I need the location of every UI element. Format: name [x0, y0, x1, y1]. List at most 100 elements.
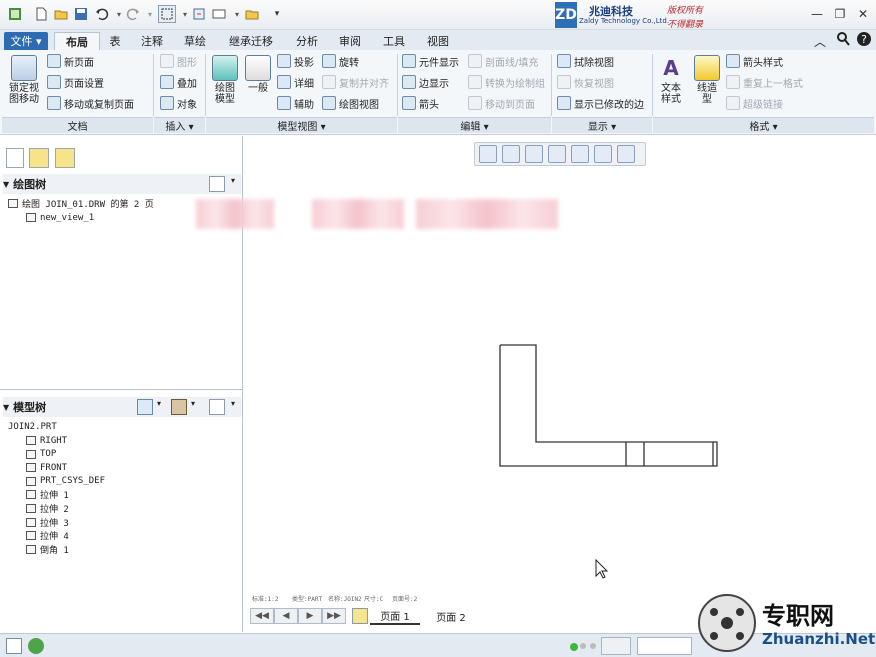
page-setup-button[interactable]: 页面设置 — [47, 73, 104, 91]
overlay-button[interactable]: 叠加 — [160, 73, 197, 91]
layer-tree-tab-icon[interactable] — [6, 148, 24, 168]
move-to-page-button[interactable]: 移动到页面 — [468, 94, 535, 112]
tab-view[interactable]: 视图 — [420, 32, 456, 50]
model-tree-item[interactable]: 拉伸 1 — [26, 488, 69, 501]
group-label-display[interactable]: 显示 ▾ — [552, 117, 652, 133]
tab-analysis[interactable]: 分析 — [289, 32, 325, 50]
model-tree-item[interactable]: TOP — [26, 448, 56, 461]
tab-annotate[interactable]: 注释 — [134, 32, 170, 50]
edge-display-button[interactable]: 边显示 — [402, 73, 449, 91]
model-tree-root[interactable]: JOIN2.PRT — [8, 420, 57, 433]
undo-icon[interactable] — [93, 5, 111, 23]
collapse-icon[interactable]: ▼ — [3, 403, 9, 412]
tab-legacy-migration[interactable]: 继承迁移 — [221, 32, 281, 50]
collapse-ribbon-icon[interactable]: ︿ — [814, 33, 826, 50]
tree-settings-icon[interactable] — [209, 399, 225, 415]
close-button[interactable]: ✕ — [854, 5, 872, 23]
erase-view-button[interactable]: 拭除视图 — [557, 52, 614, 70]
tab-layout[interactable]: 布局 — [54, 32, 100, 50]
help-icon[interactable]: ? — [856, 31, 872, 50]
component-display-button[interactable]: 元件显示 — [402, 52, 459, 70]
auxiliary-button[interactable]: 辅助 — [277, 94, 314, 112]
previous-page-button[interactable]: ◀ — [274, 608, 298, 624]
hyperlink-button[interactable]: 超级链接 — [726, 94, 783, 112]
search-icon[interactable] — [836, 31, 850, 50]
tab-table[interactable]: 表 — [103, 32, 127, 50]
model-tree-item[interactable]: FRONT — [26, 461, 67, 474]
group-label-model-view[interactable]: 模型视图 ▾ — [206, 117, 397, 133]
tree-settings-icon[interactable] — [209, 176, 225, 192]
drawing-view-icon — [322, 96, 336, 110]
group-label-edit[interactable]: 编辑 ▾ — [398, 117, 551, 133]
close-window-icon[interactable] — [243, 5, 261, 23]
tools-dropdown-icon[interactable]: ▾ — [191, 399, 195, 408]
open-folder-icon[interactable] — [52, 5, 70, 23]
browser-toggle-icon[interactable] — [28, 638, 44, 654]
collapse-icon[interactable]: ▼ — [3, 180, 9, 189]
tab-sketch[interactable]: 草绘 — [177, 32, 213, 50]
arrow-style-button[interactable]: 箭头样式 — [726, 52, 783, 70]
lock-view-movement-button[interactable]: 锁定视 图移动 — [6, 55, 42, 105]
tab-review[interactable]: 审阅 — [332, 32, 368, 50]
first-page-button[interactable]: ◀◀ — [250, 608, 274, 624]
object-button[interactable]: 对象 — [160, 94, 197, 112]
pane-divider[interactable] — [0, 389, 242, 390]
model-tree-item[interactable]: 拉伸 2 — [26, 502, 69, 515]
arrow-button[interactable]: 箭头 — [402, 94, 439, 112]
navigator-toggle-icon[interactable] — [6, 638, 22, 654]
drawing-view-geometry[interactable] — [244, 136, 876, 632]
move-copy-page-button[interactable]: 移动或复制页面 — [47, 94, 134, 112]
group-label-insert[interactable]: 插入 ▾ — [154, 117, 205, 133]
minimize-button[interactable]: — — [808, 5, 826, 23]
page-tab-2[interactable]: 页面 2 — [426, 607, 476, 625]
select-box-icon[interactable] — [158, 5, 176, 23]
xsec-hatch-button[interactable]: 剖面线/填充 — [468, 52, 538, 70]
model-tree-item[interactable]: 倒角 1 — [26, 543, 69, 556]
convert-draft-group-button[interactable]: 转换为绘制组 — [468, 73, 545, 91]
find-icon[interactable] — [601, 637, 631, 655]
customize-qat-icon[interactable]: ▾ — [268, 5, 286, 23]
restore-view-button[interactable]: 恢复视图 — [557, 73, 614, 91]
folder-browser-tab-icon[interactable] — [29, 148, 49, 168]
drawing-tree-root[interactable]: 绘图 JOIN_01.DRW 的第 2 页 — [8, 197, 154, 210]
drawing-model-button[interactable]: 绘图 模型 — [209, 55, 241, 105]
tab-file[interactable]: 文件 ▾ — [4, 32, 48, 50]
tab-tools[interactable]: 工具 — [376, 32, 412, 50]
redo-dropdown-icon[interactable]: ▾ — [141, 5, 159, 23]
model-tree-item[interactable]: PRT_CSYS_DEF — [26, 475, 105, 488]
general-view-button[interactable]: 一般 — [244, 55, 272, 94]
projection-button[interactable]: 投影 — [277, 52, 314, 70]
selection-filter[interactable] — [637, 637, 692, 655]
text-style-button[interactable]: A 文本 样式 — [656, 55, 686, 105]
tree-settings-dropdown-icon[interactable]: ▾ — [231, 399, 235, 408]
repeat-format-button[interactable]: 重复上一格式 — [726, 73, 803, 91]
restore-button[interactable]: ❐ — [831, 5, 849, 23]
favorites-tab-icon[interactable] — [55, 148, 75, 168]
last-page-button[interactable]: ▶▶ — [322, 608, 346, 624]
save-icon[interactable] — [72, 5, 90, 23]
model-display-icon[interactable] — [137, 399, 153, 415]
new-page-button[interactable]: 新页面 — [47, 52, 94, 70]
tree-settings-dropdown-icon[interactable]: ▾ — [231, 176, 235, 185]
line-style-button[interactable]: 线造 型 — [692, 55, 722, 105]
copy-align-button[interactable]: 复制并对齐 — [322, 73, 389, 91]
rotate-button[interactable]: 旋转 — [322, 52, 359, 70]
new-file-icon[interactable] — [32, 5, 50, 23]
regenerate-icon[interactable] — [190, 5, 208, 23]
model-display-dropdown-icon[interactable]: ▾ — [157, 399, 161, 408]
drawing-view-button[interactable]: 绘图视图 — [322, 94, 379, 112]
detail-button[interactable]: 详细 — [277, 73, 314, 91]
next-page-button[interactable]: ▶ — [298, 608, 322, 624]
group-label-format[interactable]: 格式 ▾ — [653, 117, 874, 133]
windows-icon[interactable] — [210, 5, 228, 23]
model-tree-item[interactable]: 拉伸 4 — [26, 529, 69, 542]
graphic-button[interactable]: 图形 — [160, 52, 197, 70]
show-modified-edges-button[interactable]: 显示已修改的边 — [557, 94, 644, 112]
tools-icon[interactable] — [171, 399, 187, 415]
model-tree-item[interactable]: 拉伸 3 — [26, 516, 69, 529]
add-page-icon[interactable] — [352, 608, 368, 624]
redo-icon[interactable] — [124, 5, 142, 23]
model-tree-item[interactable]: RIGHT — [26, 434, 67, 447]
page-tab-1[interactable]: 页面 1 — [370, 607, 420, 625]
drawing-tree-item[interactable]: new_view_1 — [26, 211, 94, 224]
